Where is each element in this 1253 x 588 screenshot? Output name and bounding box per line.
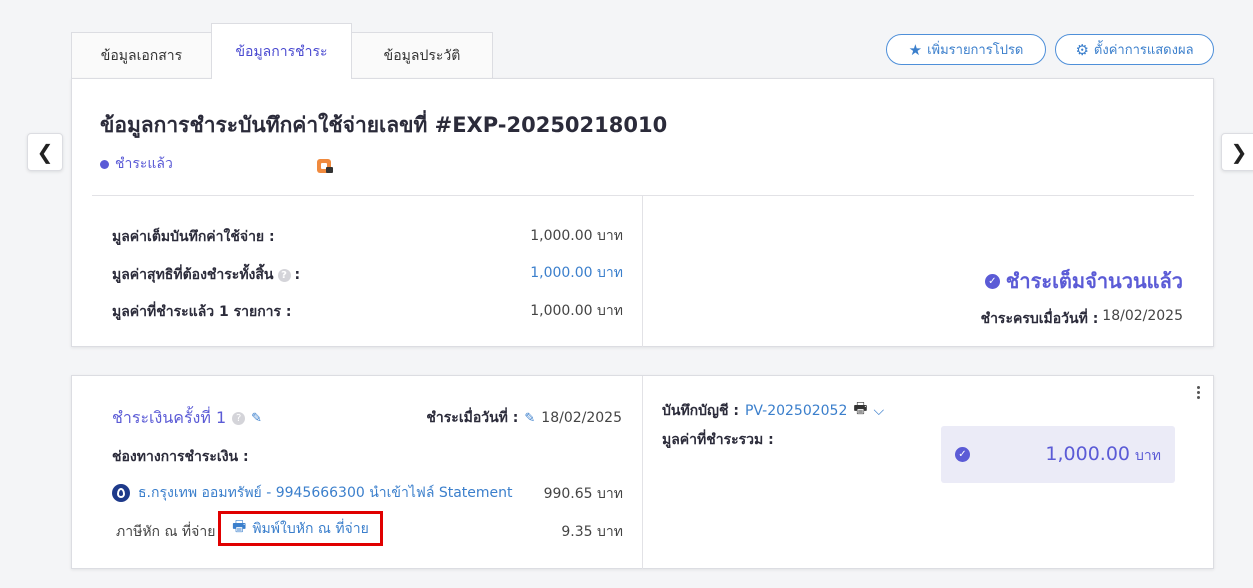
payment-channel-link[interactable]: ธ.กรุงเทพ ออมทรัพย์ - 9945666300 นำเข้าไ… xyxy=(138,482,513,504)
display-settings-button[interactable]: ⚙ ตั้งค่าการแสดงผล xyxy=(1055,34,1214,65)
net-payable-label: มูลค่าสุทธิที่ต้องชำระทั้งสิ้น xyxy=(112,267,274,283)
status-badge: ชำระแล้ว xyxy=(100,153,173,175)
previous-document-button[interactable]: ❮ xyxy=(27,133,63,171)
check-circle-icon: ✓ xyxy=(984,273,1000,289)
pencil-icon[interactable]: ✎ xyxy=(524,411,535,426)
check-circle-icon: ✓ xyxy=(955,447,970,462)
full-expense-value-label: มูลค่าเต็มบันทึกค่าใช้จ่าย : xyxy=(112,229,275,245)
divider xyxy=(642,196,643,347)
net-payable-colon: : xyxy=(294,267,301,283)
paid-complete-date-label: ชำระครบเมื่อวันที่ : xyxy=(980,311,1099,327)
pencil-icon[interactable]: ✎ xyxy=(251,411,262,426)
paid-complete-date: 18/02/2025 xyxy=(1102,308,1183,324)
payment-title-row: ชำระเงินครั้งที่ 1 ? ✎ xyxy=(112,406,262,431)
net-payable-value: 1,000.00 บาท xyxy=(530,265,623,281)
total-paid-label: มูลค่าที่ชำระรวม : xyxy=(662,432,774,448)
tab-history-info[interactable]: ข้อมูลประวัติ xyxy=(351,32,493,78)
payment-date: 18/02/2025 xyxy=(541,410,622,426)
net-payable-label-row: มูลค่าสุทธิที่ต้องชำระทั้งสิ้น ? : xyxy=(112,264,300,286)
star-icon: ★ xyxy=(908,40,923,59)
payment-channel-label: ช่องทางการชำระเงิน : xyxy=(112,449,249,465)
payment-date-row: ชำระเมื่อวันที่ : ✎ 18/02/2025 xyxy=(426,407,622,429)
locked-document-icon xyxy=(317,159,333,173)
print-withholding-tax-label: พิมพ์ใบหัก ณ ที่จ่าย xyxy=(252,520,369,537)
chevron-right-icon: ❯ xyxy=(1230,140,1248,164)
status-dot-icon xyxy=(100,159,109,169)
display-settings-label: ตั้งค่าการแสดงผล xyxy=(1093,43,1194,58)
add-favorite-label: เพิ่มรายการโปรด xyxy=(927,43,1024,58)
more-options-icon[interactable] xyxy=(1197,386,1201,399)
print-withholding-tax-button[interactable]: 🖶 พิมพ์ใบหัก ณ ที่จ่าย xyxy=(218,511,383,546)
paid-value: 1,000.00 บาท xyxy=(530,303,623,319)
journal-entry-link[interactable]: PV-202502052 xyxy=(745,403,847,419)
payment-summary-card: ข้อมูลการชำระบันทึกค่าใช้จ่ายเลขที่ #EXP… xyxy=(71,78,1214,347)
tab-payment-info[interactable]: ข้อมูลการชำระ xyxy=(211,23,352,79)
payment-channel-row: ธ.กรุงเทพ ออมทรัพย์ - 9945666300 นำเข้าไ… xyxy=(112,482,513,504)
paid-complete-date-row: ชำระครบเมื่อวันที่ : 18/02/2025 xyxy=(981,308,1183,330)
payment-channel-amount: 990.65 บาท xyxy=(543,486,623,502)
status-label: ชำระแล้ว xyxy=(115,156,173,172)
tab-document-info[interactable]: ข้อมูลเอกสาร xyxy=(71,32,212,78)
tab-label: ข้อมูลประวัติ xyxy=(383,47,461,64)
full-expense-value: 1,000.00 บาท xyxy=(530,228,623,244)
printer-icon[interactable]: 🖶 xyxy=(853,398,867,423)
help-icon[interactable]: ? xyxy=(277,268,291,282)
chevron-down-icon[interactable]: ⌵ xyxy=(874,403,885,419)
payment-detail-card: ชำระเงินครั้งที่ 1 ? ✎ ชำระเมื่อวันที่ :… xyxy=(71,375,1214,569)
journal-entry-row: บันทึกบัญชี : PV-202502052 🖶 ⌵ xyxy=(662,398,884,423)
tab-label: ข้อมูลการชำระ xyxy=(235,43,328,60)
chevron-left-icon: ❮ xyxy=(36,140,54,164)
total-paid-box: ✓ 1,000.00 บาท xyxy=(941,426,1175,483)
payment-title: ชำระเงินครั้งที่ 1 xyxy=(112,408,227,427)
paid-full-status: ✓ ชำระเต็มจำนวนแล้ว xyxy=(984,265,1183,297)
divider xyxy=(92,195,1194,196)
page-title: ข้อมูลการชำระบันทึกค่าใช้จ่ายเลขที่ #EXP… xyxy=(100,113,668,137)
journal-entry-label: บันทึกบัญชี : xyxy=(662,402,739,419)
payment-date-label: ชำระเมื่อวันที่ : xyxy=(426,410,519,426)
paid-full-label: ชำระเต็มจำนวนแล้ว xyxy=(1005,269,1183,293)
divider xyxy=(642,376,643,569)
withholding-tax-label: ภาษีหัก ณ ที่จ่าย xyxy=(116,524,216,540)
gear-icon: ⚙ xyxy=(1075,40,1089,59)
total-paid-value: 1,000.00 xyxy=(1045,443,1131,465)
withholding-tax-amount: 9.35 บาท xyxy=(561,524,623,540)
printer-icon: 🖶 xyxy=(232,517,247,535)
add-favorite-button[interactable]: ★ เพิ่มรายการโปรด xyxy=(886,34,1046,65)
next-document-button[interactable]: ❯ xyxy=(1221,133,1253,171)
paid-value-label: มูลค่าที่ชำระแล้ว 1 รายการ : xyxy=(112,304,292,320)
tab-label: ข้อมูลเอกสาร xyxy=(100,47,183,64)
total-paid-amount-row: 1,000.00 บาท xyxy=(1045,443,1161,467)
bank-logo-icon xyxy=(112,484,130,502)
total-paid-unit: บาท xyxy=(1135,448,1161,464)
help-icon[interactable]: ? xyxy=(232,412,246,425)
